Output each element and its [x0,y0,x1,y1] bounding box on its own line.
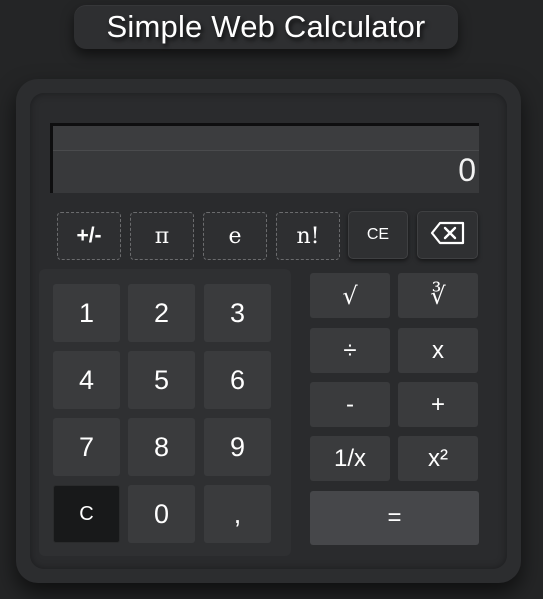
clear-button[interactable]: C [53,485,120,543]
backspace-icon [430,221,466,250]
calculator-display: 0 [50,123,479,193]
plus-minus-button[interactable]: +/- [57,212,121,260]
subtract-button[interactable]: - [310,382,390,427]
divide-button[interactable]: ÷ [310,328,390,373]
display-history-strip [53,126,479,151]
digit-9-button[interactable]: 9 [204,418,271,476]
digit-6-button[interactable]: 6 [204,351,271,409]
digit-0-button[interactable]: 0 [128,485,195,543]
decimal-button[interactable]: , [204,485,271,543]
cbrt-button[interactable]: ∛ [398,273,478,318]
digit-4-button[interactable]: 4 [53,351,120,409]
add-button[interactable]: + [398,382,478,427]
backspace-button[interactable] [417,211,478,259]
e-button[interactable]: e [203,212,267,260]
digit-1-button[interactable]: 1 [53,284,120,342]
multiply-button[interactable]: x [398,328,478,373]
factorial-button[interactable]: n! [276,212,340,260]
digit-7-button[interactable]: 7 [53,418,120,476]
page-title: Simple Web Calculator [74,5,458,49]
digit-8-button[interactable]: 8 [128,418,195,476]
clear-entry-button[interactable]: CE [348,211,408,259]
display-value: 0 [458,152,476,188]
digit-5-button[interactable]: 5 [128,351,195,409]
digit-3-button[interactable]: 3 [204,284,271,342]
equals-button[interactable]: = [310,491,479,545]
pi-button[interactable]: π [130,212,194,260]
sqrt-button[interactable]: √ [310,273,390,318]
reciprocal-button[interactable]: 1/x [310,436,390,481]
square-button[interactable]: x² [398,436,478,481]
digit-2-button[interactable]: 2 [128,284,195,342]
